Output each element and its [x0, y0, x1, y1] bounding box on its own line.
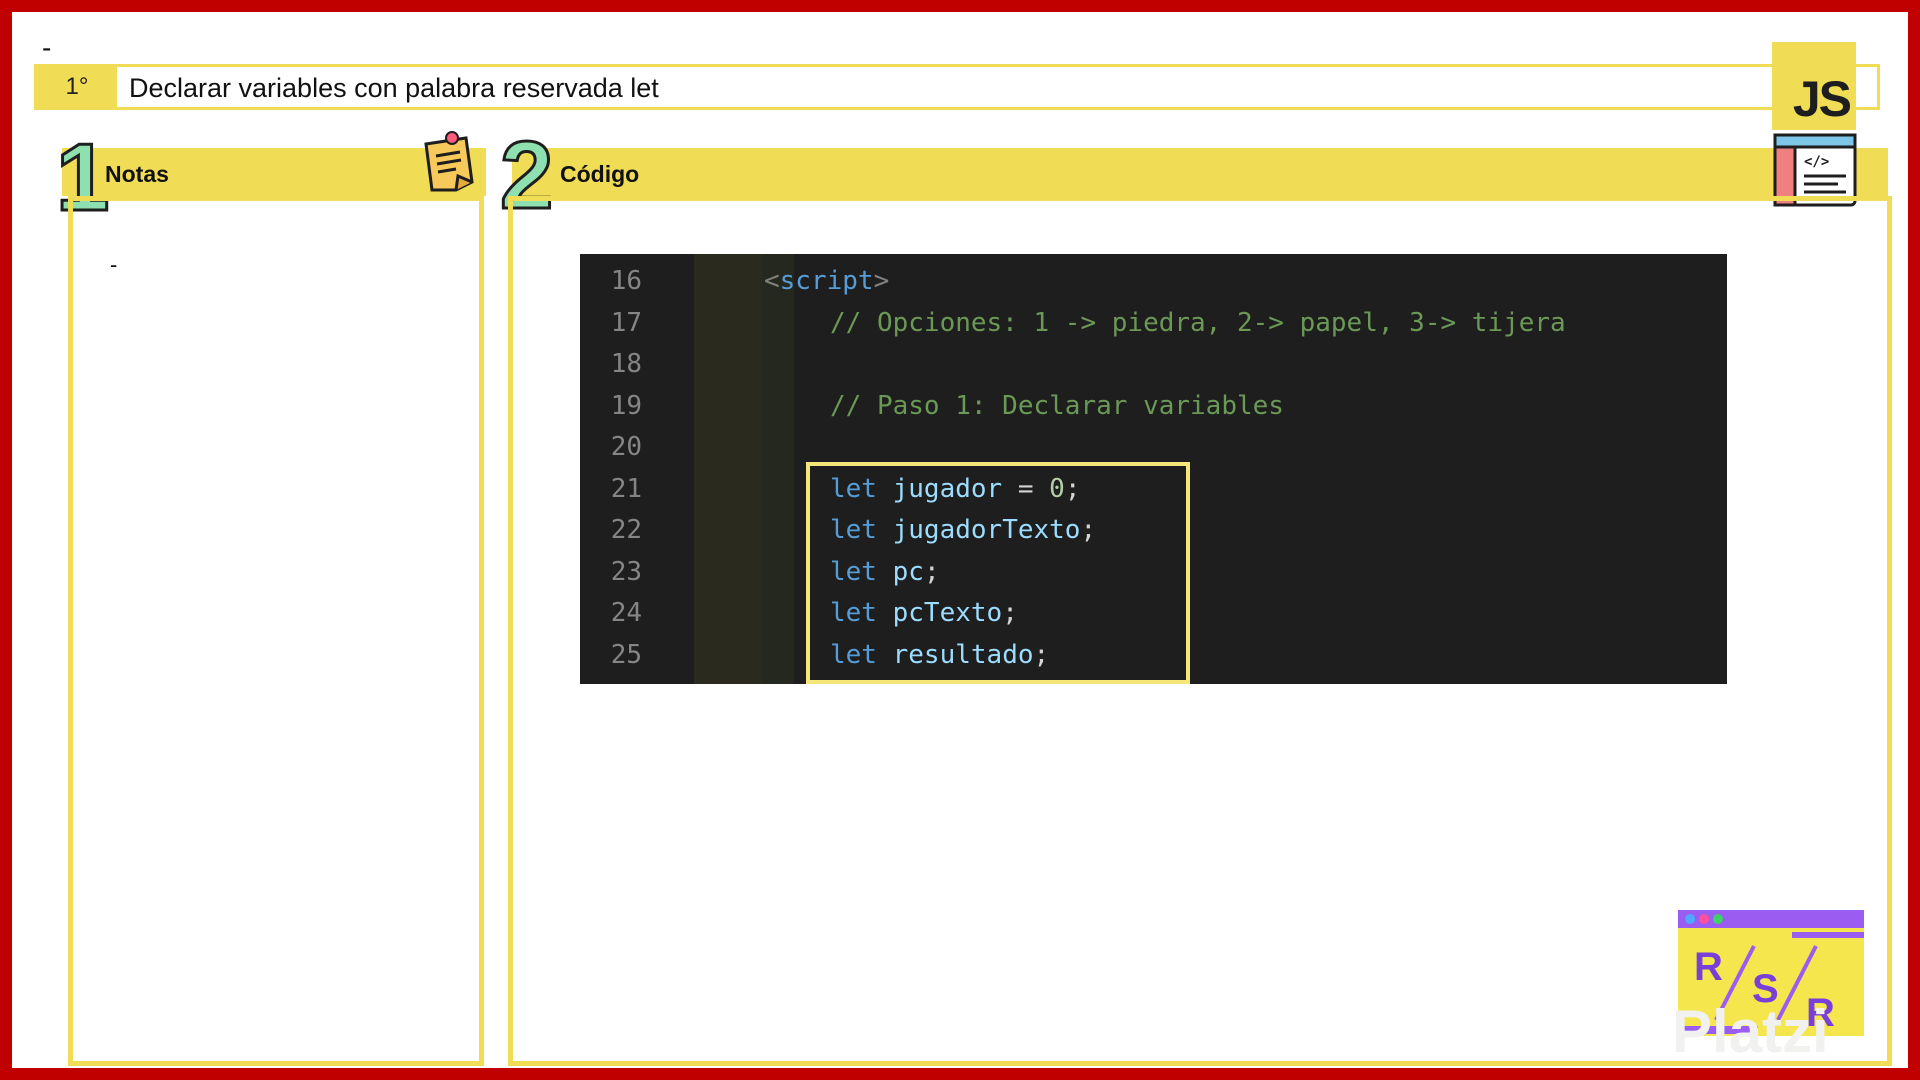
title-bar: 1° Declarar variables con palabra reserv… [34, 64, 1880, 110]
let-declarations-highlight [806, 462, 1190, 684]
code-text: // Opciones: 1 -> piedra, 2-> papel, 3->… [830, 307, 1566, 338]
platzi-watermark: Platzi [1672, 998, 1829, 1065]
code-line: 19 // Paso 1: Declarar variables [580, 383, 1727, 425]
notes-content: - [110, 252, 118, 277]
notes-panel [68, 196, 484, 1066]
svg-text:</>: </> [1804, 154, 1829, 170]
slide-canvas: - 1° Declarar variables con palabra rese… [12, 12, 1908, 1068]
badge-letter-1: R [1694, 945, 1723, 989]
line-number: 21 [610, 473, 642, 504]
step-number: 1° [37, 67, 117, 107]
line-number: 24 [610, 598, 642, 628]
code-text: <script> [764, 266, 890, 296]
notes-title: Notas [105, 161, 169, 187]
line-number: 16 [610, 266, 642, 296]
code-line: 20 [580, 424, 1727, 466]
page-title: Declarar variables con palabra reservada… [129, 73, 659, 103]
line-number: 17 [610, 307, 642, 338]
line-number: 19 [610, 390, 642, 421]
code-line: 17 // Opciones: 1 -> piedra, 2-> papel, 3… [580, 300, 1727, 342]
line-number: 25 [610, 639, 642, 670]
js-logo: JS [1772, 42, 1856, 130]
code-line: 16 <script> [580, 258, 1727, 300]
sticky-note-icon [424, 131, 474, 192]
window-dot-blue [1685, 914, 1695, 924]
window-dot-pink [1699, 914, 1709, 924]
code-title: Código [560, 161, 640, 187]
top-dash: - [42, 32, 52, 63]
line-number: 18 [610, 349, 642, 379]
code-text: // Paso 1: Declarar variables [830, 390, 1284, 421]
js-logo-text: JS [1792, 71, 1852, 127]
window-dot-green [1713, 914, 1723, 924]
line-number: 20 [610, 432, 642, 462]
code-header [512, 148, 1888, 196]
line-number: 22 [610, 515, 642, 545]
code-line: 18 [580, 341, 1727, 383]
line-number: 23 [610, 556, 642, 587]
